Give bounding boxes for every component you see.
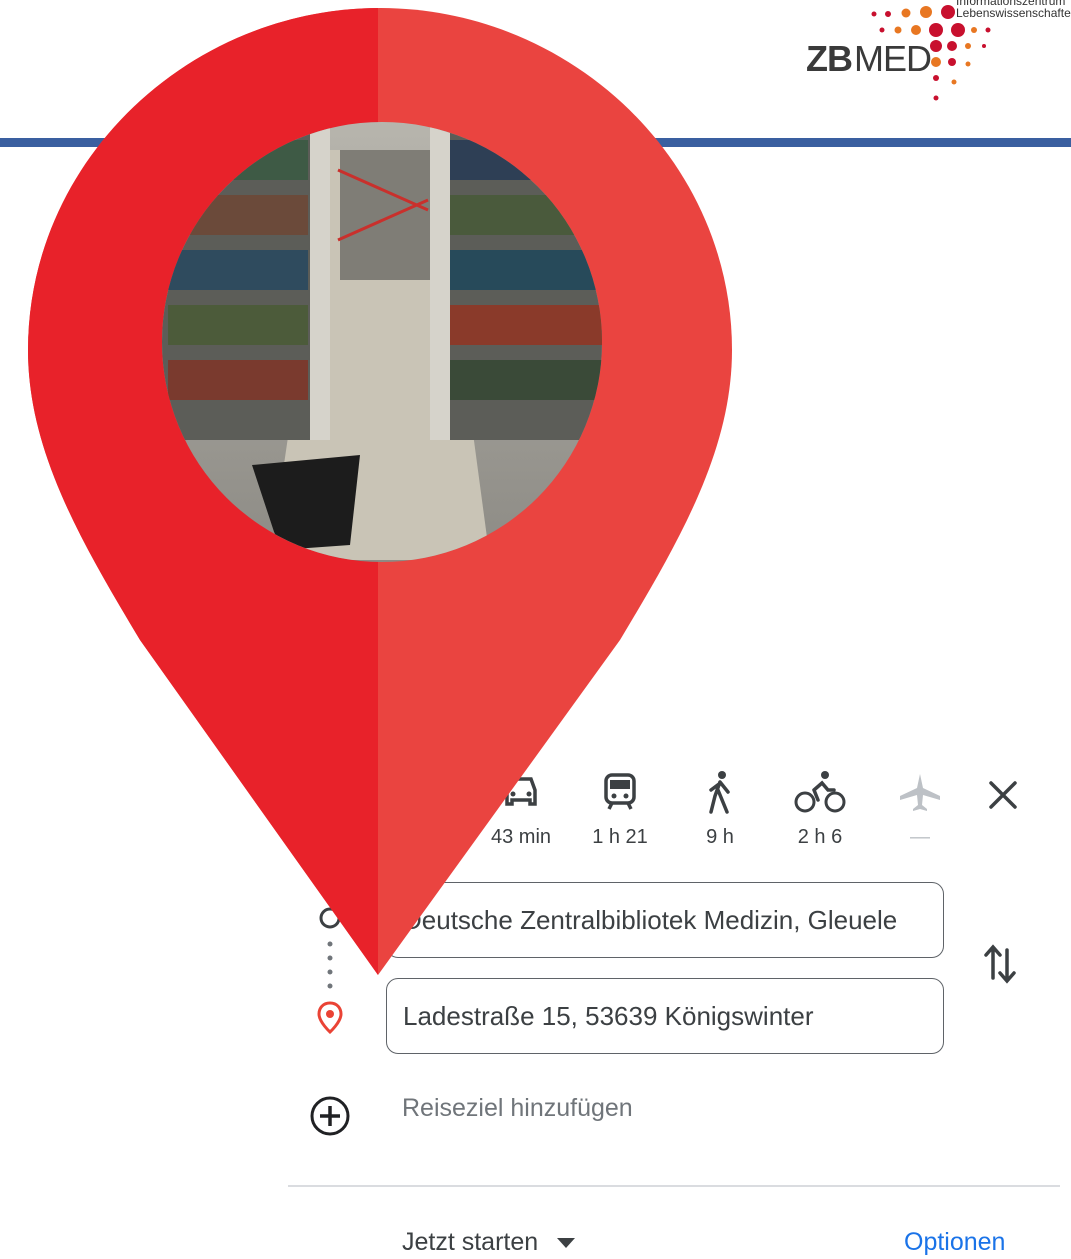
flight-time: — xyxy=(910,826,930,848)
logo-dots-icon xyxy=(871,5,991,101)
destination-pin-icon xyxy=(317,1001,343,1035)
map-pin-illustration xyxy=(28,8,732,975)
mode-flight[interactable]: — xyxy=(885,768,955,849)
plane-icon xyxy=(885,768,955,816)
divider xyxy=(288,1185,1060,1187)
destination-input[interactable]: Ladestraße 15, 53639 Königswinter xyxy=(386,978,944,1054)
options-link[interactable]: Optionen xyxy=(904,1228,1005,1257)
mode-bike[interactable]: 2 h 6 xyxy=(785,768,855,849)
swap-icon xyxy=(984,944,1016,984)
add-destination-button[interactable] xyxy=(308,1094,352,1143)
logo-text-bold: ZB xyxy=(806,38,853,79)
close-icon xyxy=(989,781,1017,809)
bike-time: 2 h 6 xyxy=(797,826,843,848)
swap-button[interactable] xyxy=(980,938,1020,995)
dropdown-arrow-icon xyxy=(557,1237,576,1248)
depart-now-dropdown[interactable]: Jetzt starten xyxy=(402,1228,576,1257)
depart-now-label: Jetzt starten xyxy=(402,1228,539,1256)
add-circle-icon xyxy=(310,1096,350,1136)
close-button[interactable] xyxy=(980,772,1026,818)
zbmed-logo: ZB MED Informationszentrum Lebenswissens… xyxy=(800,0,1071,110)
bike-icon xyxy=(785,768,855,816)
add-destination-label[interactable]: Reiseziel hinzufügen xyxy=(402,1094,633,1123)
